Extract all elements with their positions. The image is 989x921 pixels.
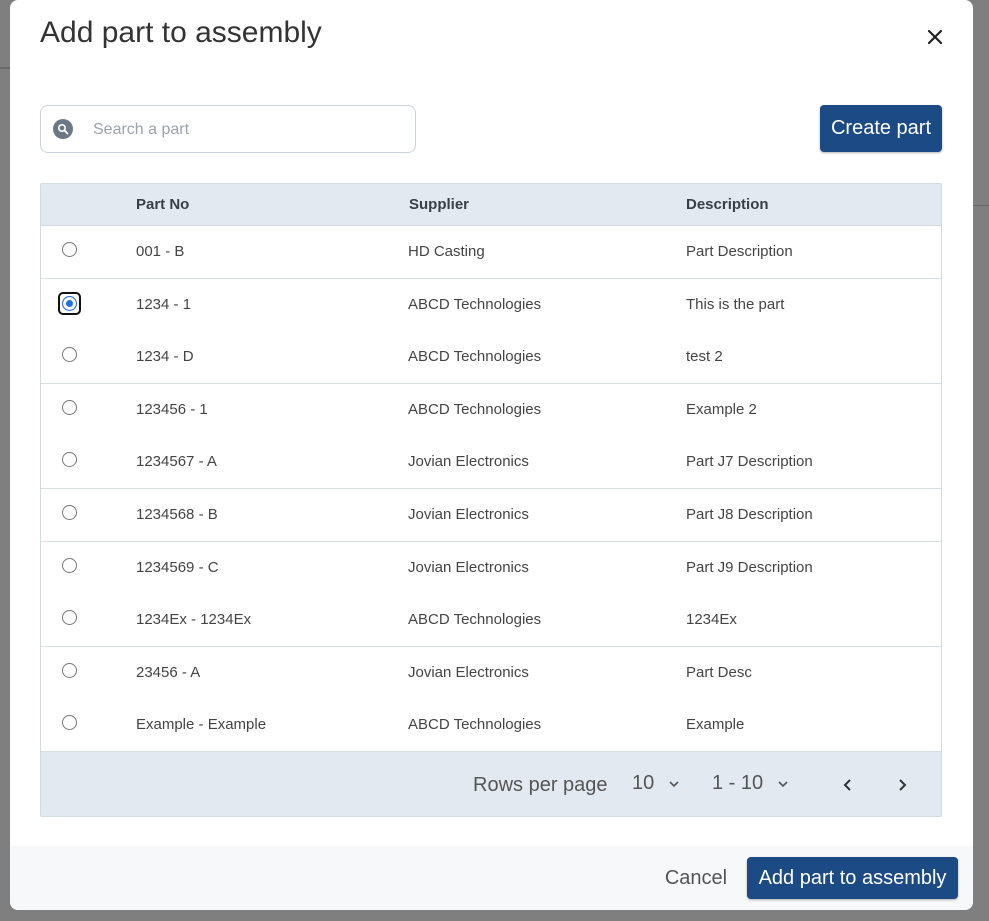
column-header-supplier: Supplier [409, 196, 470, 213]
chevron-down-icon [778, 781, 788, 787]
table-row[interactable]: 1234Ex - 1234Ex ABCD Technologies 1234Ex [41, 594, 941, 648]
add-part-dialog: Add part to assembly Create part Part No… [10, 0, 973, 910]
row-radio-button[interactable] [62, 715, 77, 731]
dialog-title: Add part to assembly [40, 16, 322, 49]
column-header-description: Description [686, 196, 769, 213]
rows-per-page-select[interactable]: 10 [632, 772, 680, 795]
part-no-cell: Example - Example [136, 716, 267, 734]
close-icon [928, 30, 942, 44]
row-radio-button[interactable] [62, 242, 77, 257]
part-no-cell: 123456 - 1 [136, 400, 208, 418]
description-cell: 1234Ex [686, 611, 737, 629]
chevron-left-icon [843, 779, 851, 791]
description-cell: This is the part [686, 295, 785, 313]
create-part-button[interactable]: Create part [820, 105, 942, 152]
table-row[interactable]: Example - Example ABCD Technologies Exampl… [41, 699, 941, 753]
part-no-cell: 1234 - D [136, 348, 194, 366]
description-cell: Part J9 Description [686, 558, 813, 576]
row-radio-button[interactable] [62, 347, 77, 363]
supplier-cell: ABCD Technologies [408, 716, 542, 734]
description-cell: Part Desc [686, 663, 752, 681]
table-row[interactable]: 123456 - 1 ABCD Technologies Example 2 [41, 383, 941, 437]
column-header-part-no: Part No [136, 196, 190, 213]
table-row[interactable]: 23456 - A Jovian Electronics Part Desc [41, 646, 941, 700]
supplier-cell: ABCD Technologies [408, 400, 542, 418]
chevron-down-icon [669, 781, 679, 787]
backdrop-divider [0, 67, 10, 69]
supplier-cell: ABCD Technologies [408, 348, 542, 366]
row-radio-button[interactable] [62, 452, 77, 468]
previous-page-button[interactable] [833, 770, 863, 800]
table-header: Part No Supplier Description [41, 184, 941, 226]
next-page-button[interactable] [887, 770, 917, 800]
supplier-cell: ABCD Technologies [408, 611, 542, 629]
cancel-button[interactable]: Cancel [658, 858, 734, 898]
row-radio-button[interactable] [62, 662, 77, 678]
table-pagination: Rows per page 10 1 - 10 [41, 752, 941, 816]
table-row[interactable]: 001 - B HD Casting Part Description [41, 226, 941, 279]
description-cell: test 2 [686, 348, 723, 366]
table-row[interactable]: 1234568 - B Jovian Electronics Part J8 Des… [41, 489, 941, 542]
page-range-select[interactable]: 1 - 10 [712, 772, 789, 795]
supplier-cell: HD Casting [408, 243, 485, 260]
row-radio-button[interactable] [58, 291, 81, 315]
backdrop-divider [973, 205, 989, 206]
rows-per-page-label: Rows per page [473, 774, 608, 796]
part-no-cell: 1234569 - C [136, 558, 219, 576]
row-radio-button[interactable] [62, 505, 77, 520]
part-no-cell: 1234568 - B [136, 506, 218, 523]
row-radio-button[interactable] [62, 557, 77, 573]
page-range-value: 1 - 10 [712, 772, 764, 794]
add-part-to-assembly-button[interactable]: Add part to assembly [747, 857, 958, 899]
description-cell: Part Description [686, 243, 793, 260]
search-input[interactable] [91, 116, 395, 144]
description-cell: Example [686, 716, 745, 734]
description-cell: Part J7 Description [686, 453, 813, 471]
description-cell: Part J8 Description [686, 506, 813, 523]
table-row[interactable]: 1234 - D ABCD Technologies test 2 [41, 331, 941, 385]
description-cell: Example 2 [686, 400, 757, 418]
chevron-right-icon [899, 779, 907, 791]
row-radio-button[interactable] [62, 399, 77, 415]
part-no-cell: 001 - B [136, 243, 185, 260]
supplier-cell: Jovian Electronics [408, 506, 529, 523]
part-no-cell: 23456 - A [136, 663, 201, 681]
close-button[interactable] [920, 22, 950, 52]
rows-per-page-value: 10 [632, 772, 655, 794]
row-radio-button[interactable] [62, 610, 77, 626]
part-no-cell: 1234Ex - 1234Ex [136, 611, 252, 629]
table-row[interactable]: 1234569 - C Jovian Electronics Part J9 Des… [41, 541, 941, 595]
search-box[interactable] [40, 105, 416, 153]
supplier-cell: Jovian Electronics [408, 663, 529, 681]
supplier-cell: ABCD Technologies [408, 295, 542, 313]
table-row[interactable]: 1234 - 1 ABCD Technologies This is the par… [41, 278, 941, 332]
supplier-cell: Jovian Electronics [408, 558, 529, 576]
table-row[interactable]: 1234567 - A Jovian Electronics Part J7 Des… [41, 436, 941, 490]
search-icon [53, 119, 73, 139]
dialog-footer: Cancel Add part to assembly [10, 846, 973, 910]
part-no-cell: 1234567 - A [136, 453, 217, 471]
part-no-cell: 1234 - 1 [136, 295, 192, 313]
parts-table: Part No Supplier Description 001 - B HD C… [40, 183, 942, 817]
supplier-cell: Jovian Electronics [408, 453, 529, 471]
